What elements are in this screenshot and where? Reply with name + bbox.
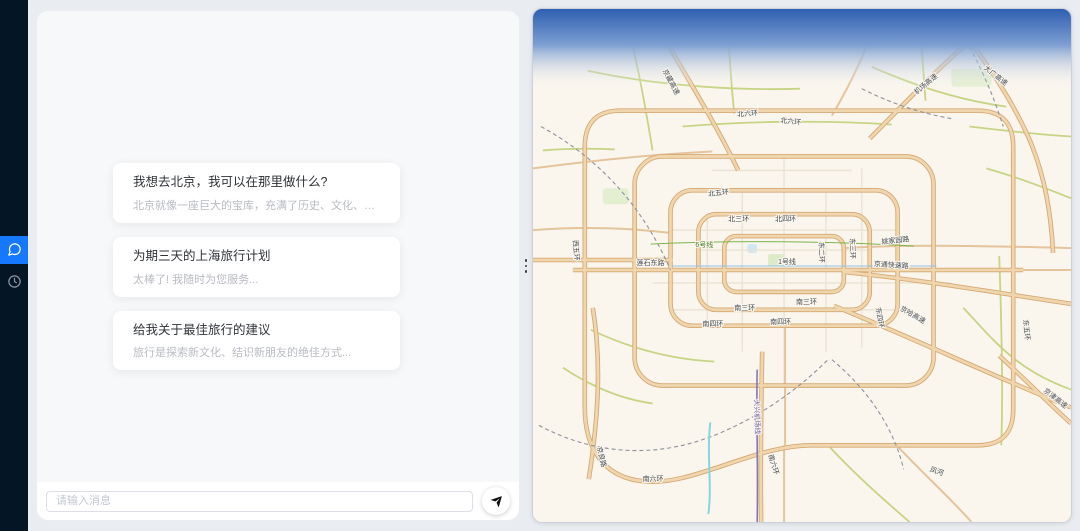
map-road-label: 南四环 xyxy=(702,319,723,328)
suggestion-desc: 太棒了! 我随时为您服务... xyxy=(133,273,259,286)
suggestion-title: 给我关于最佳旅行的建议 xyxy=(133,322,271,337)
send-button[interactable] xyxy=(482,487,510,515)
message-input[interactable] xyxy=(46,490,473,512)
suggestion-desc: 旅行是探索新文化、结识新朋友的绝佳方式... xyxy=(133,347,352,360)
suggestion-desc: 北京就像一座巨大的宝库，充满了历史、文化、美食和自然风光... xyxy=(133,199,380,212)
chat-bubble-icon xyxy=(7,242,22,257)
map-canvas[interactable]: 大广高速北六环北六环京藏高速 机场高速北五环北三环 北四环西五环 6号线1号线 东二环东… xyxy=(533,9,1071,522)
map-road-label: 南三环 xyxy=(796,297,817,306)
map-road-label: 北四环 xyxy=(775,215,796,223)
suggestion-title: 为期三天的上海旅行计划 xyxy=(133,248,271,263)
panel-resize-handle[interactable] xyxy=(520,252,532,280)
map-road-label: 6号线 xyxy=(695,240,713,249)
chat-panel: 我想去北京，我可以在那里做什么? 北京就像一座巨大的宝库，充满了历史、文化、美食… xyxy=(36,10,520,521)
suggestion-card-advice[interactable]: 给我关于最佳旅行的建议 旅行是探索新文化、结识新朋友的绝佳方式... xyxy=(113,310,400,371)
map-road-label: 南三环 xyxy=(734,303,755,312)
sidebar-item-chat[interactable] xyxy=(0,235,28,264)
map-road-label: 莲石东路 xyxy=(637,258,665,267)
map-road-label: 南四环 xyxy=(770,317,791,326)
paper-plane-icon xyxy=(490,495,503,508)
map-road-label: 1号线 xyxy=(778,257,796,266)
app-root: 我想去北京，我可以在那里做什么? 北京就像一座巨大的宝库，充满了历史、文化、美食… xyxy=(0,0,1080,531)
sidebar-item-history[interactable] xyxy=(0,268,28,296)
suggestion-card-beijing[interactable]: 我想去北京，我可以在那里做什么? 北京就像一座巨大的宝库，充满了历史、文化、美食… xyxy=(113,163,400,223)
suggestion-title: 我想去北京，我可以在那里做什么? xyxy=(133,175,328,189)
map-panel[interactable]: 大广高速 北六环 北六环 京藏高速 机场高速 北五环 北三环 北四环 西五环 6号线 1号线 东二环东… xyxy=(532,8,1072,523)
history-clock-icon xyxy=(7,274,22,289)
suggestion-card-shanghai[interactable]: 为期三天的上海旅行计划 太棒了! 我随时为您服务... xyxy=(113,236,400,297)
suggestion-list: 我想去北京，我可以在那里做什么? 北京就像一座巨大的宝库，充满了历史、文化、美食… xyxy=(113,163,400,371)
message-input-bar xyxy=(37,482,519,520)
map-road-label: 南六环 xyxy=(643,474,664,483)
sidebar xyxy=(0,0,28,531)
map-road-label: 北三环 xyxy=(728,215,749,223)
